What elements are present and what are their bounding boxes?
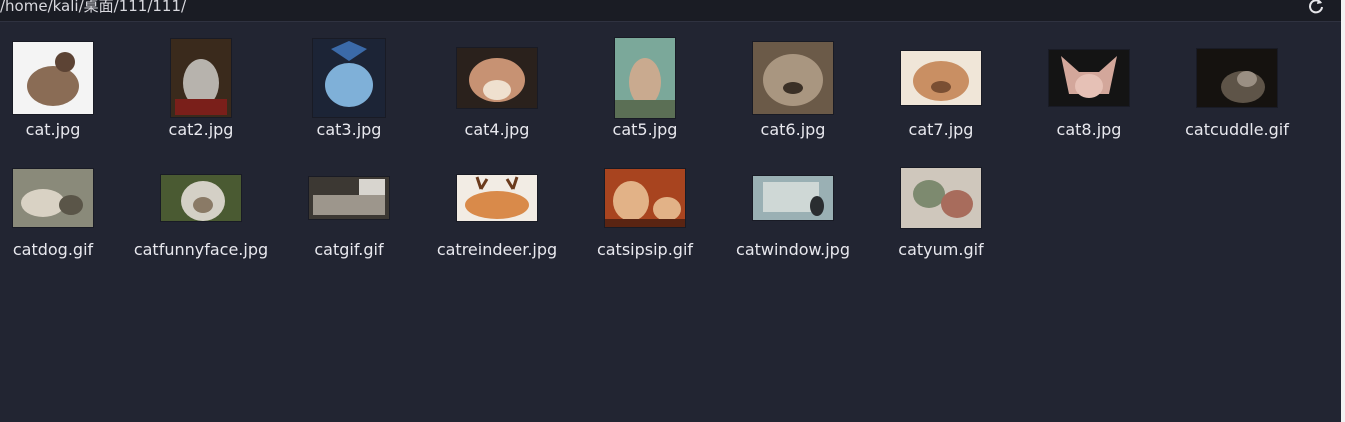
image-thumbnail-icon bbox=[313, 39, 385, 117]
file-item[interactable]: cat5.jpg bbox=[570, 36, 720, 148]
file-item[interactable]: cat6.jpg bbox=[718, 36, 868, 148]
file-item[interactable]: cat4.jpg bbox=[422, 36, 572, 148]
file-name: catreindeer.jpg bbox=[436, 240, 558, 259]
image-thumbnail-icon bbox=[1049, 50, 1129, 106]
image-thumbnail-icon bbox=[901, 168, 981, 228]
file-item[interactable]: catgif.gif bbox=[274, 156, 424, 268]
file-item[interactable]: catcuddle.gif bbox=[1162, 36, 1312, 148]
file-item[interactable]: cat2.jpg bbox=[126, 36, 276, 148]
file-name: cat6.jpg bbox=[760, 120, 826, 139]
file-item[interactable]: cat3.jpg bbox=[274, 36, 424, 148]
file-name: cat3.jpg bbox=[316, 120, 382, 139]
file-name: cat8.jpg bbox=[1056, 120, 1122, 139]
image-thumbnail-icon bbox=[457, 48, 537, 108]
file-item[interactable]: catsipsip.gif bbox=[570, 156, 720, 268]
image-thumbnail-icon bbox=[1197, 49, 1277, 107]
image-thumbnail-icon bbox=[457, 175, 537, 221]
file-name: cat7.jpg bbox=[908, 120, 974, 139]
file-item[interactable]: cat.jpg bbox=[0, 36, 128, 148]
file-item[interactable]: catfunnyface.jpg bbox=[126, 156, 276, 268]
file-name: cat5.jpg bbox=[612, 120, 678, 139]
image-thumbnail-icon bbox=[161, 175, 241, 221]
image-thumbnail-icon bbox=[171, 39, 231, 117]
file-item[interactable]: catyum.gif bbox=[866, 156, 1016, 268]
file-name: catyum.gif bbox=[898, 240, 984, 259]
image-thumbnail-icon bbox=[753, 176, 833, 220]
file-item[interactable]: catreindeer.jpg bbox=[422, 156, 572, 268]
image-thumbnail-icon bbox=[901, 51, 981, 105]
file-name: catwindow.jpg bbox=[736, 240, 850, 259]
image-thumbnail-icon bbox=[753, 42, 833, 114]
file-name: cat4.jpg bbox=[464, 120, 530, 139]
image-thumbnail-icon bbox=[615, 38, 675, 118]
image-thumbnail-icon bbox=[605, 169, 685, 227]
window-edge bbox=[1341, 0, 1345, 422]
file-name: cat2.jpg bbox=[168, 120, 234, 139]
file-item[interactable]: cat8.jpg bbox=[1014, 36, 1164, 148]
file-item[interactable]: cat7.jpg bbox=[866, 36, 1016, 148]
file-name: catcuddle.gif bbox=[1185, 120, 1289, 139]
file-item[interactable]: catwindow.jpg bbox=[718, 156, 868, 268]
image-thumbnail-icon bbox=[13, 169, 93, 227]
file-name: catsipsip.gif bbox=[596, 240, 694, 259]
file-item[interactable]: catdog.gif bbox=[0, 156, 128, 268]
image-thumbnail-icon bbox=[13, 42, 93, 114]
image-thumbnail-icon bbox=[309, 177, 389, 219]
file-grid: cat.jpg cat2.jpg cat3.jpg cat4.jpg cat5.… bbox=[0, 0, 1341, 422]
file-name: catgif.gif bbox=[314, 240, 384, 259]
file-name: catfunnyface.jpg bbox=[133, 240, 269, 259]
